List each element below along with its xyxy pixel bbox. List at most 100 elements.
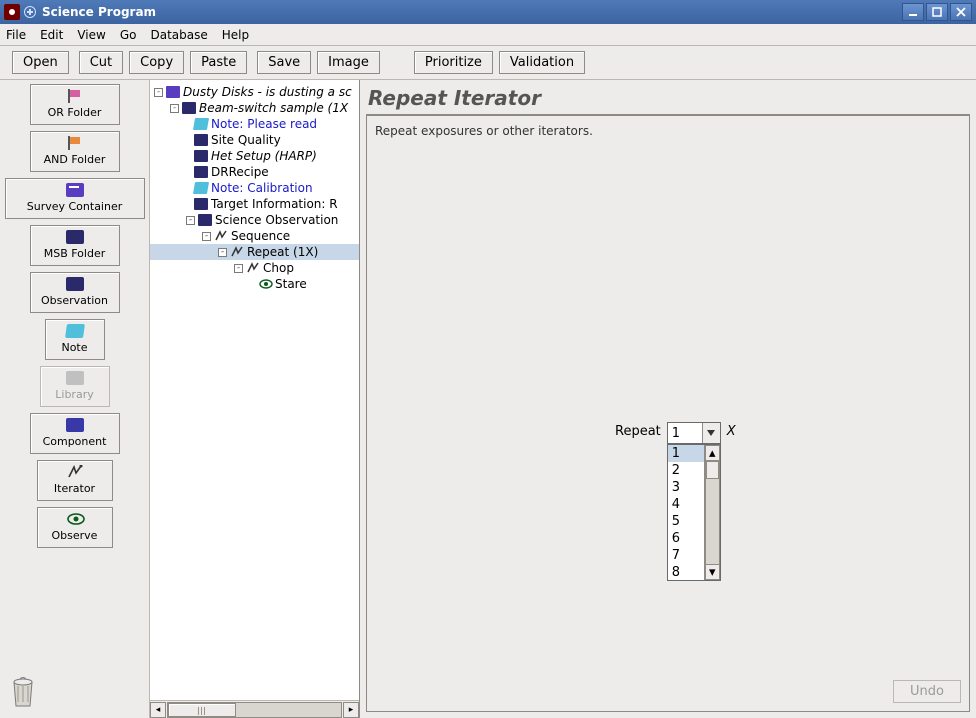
observe-button[interactable]: Observe (37, 507, 113, 548)
program-tree[interactable]: - Dusty Disks - is dusting a sc - Beam-s… (150, 80, 359, 700)
image-button[interactable]: Image (317, 51, 380, 74)
copy-button[interactable]: Copy (129, 51, 184, 74)
component-button[interactable]: Component (30, 413, 120, 454)
component-icon (194, 198, 208, 210)
survey-container-label: Survey Container (27, 200, 123, 213)
note-icon (193, 182, 209, 194)
prioritize-button[interactable]: Prioritize (414, 51, 493, 74)
repeat-dropdown-list[interactable]: 1 2 3 4 5 6 7 8 ▴ ▾ (667, 444, 721, 581)
tree-horizontal-scrollbar[interactable]: ◂ ▸ (150, 700, 359, 718)
repeat-option[interactable]: 3 (668, 479, 704, 496)
tree-chop-label[interactable]: Chop (263, 260, 294, 276)
component-icon (194, 166, 208, 178)
panel-body: Repeat exposures or other iterators. Rep… (366, 116, 970, 712)
book-icon (66, 277, 84, 291)
iterator-button[interactable]: Iterator (37, 460, 113, 501)
scroll-down-arrow[interactable]: ▾ (705, 564, 720, 580)
survey-container-button[interactable]: Survey Container (5, 178, 145, 219)
toolbar: Open Cut Copy Paste Save Image Prioritiz… (0, 46, 976, 80)
repeat-option[interactable]: 1 (668, 445, 704, 462)
tree-root-label[interactable]: Dusty Disks - is dusting a sc (183, 84, 352, 100)
validation-button[interactable]: Validation (499, 51, 585, 74)
msb-folder-button[interactable]: MSB Folder (30, 225, 120, 266)
or-folder-label: OR Folder (48, 106, 102, 119)
tree-expand-handle[interactable]: - (202, 232, 211, 241)
flag-icon (66, 136, 84, 150)
flag-icon (66, 89, 84, 103)
window-menu-icon[interactable] (24, 6, 36, 18)
component-label: Component (43, 435, 107, 448)
menu-edit[interactable]: Edit (40, 28, 63, 42)
book-icon (66, 183, 84, 197)
close-button[interactable] (950, 3, 972, 21)
scroll-thumb[interactable] (706, 461, 719, 479)
scroll-track[interactable] (167, 702, 342, 718)
menu-help[interactable]: Help (222, 28, 249, 42)
msb-folder-label: MSB Folder (44, 247, 106, 260)
tree-beam-label[interactable]: Beam-switch sample (1X (199, 100, 348, 116)
book-icon (66, 230, 84, 244)
trash-icon[interactable] (8, 672, 38, 708)
tree-sequence-label[interactable]: Sequence (231, 228, 290, 244)
repeat-option[interactable]: 5 (668, 513, 704, 530)
tree-expand-handle[interactable]: - (186, 216, 195, 225)
scroll-up-arrow[interactable]: ▴ (705, 445, 720, 461)
and-folder-label: AND Folder (44, 153, 106, 166)
tree-expand-handle[interactable]: - (218, 248, 227, 257)
paste-button[interactable]: Paste (190, 51, 247, 74)
and-folder-button[interactable]: AND Folder (30, 131, 120, 172)
chevron-down-icon[interactable] (702, 423, 720, 443)
minimize-button[interactable] (902, 3, 924, 21)
tree-hetsetup-label[interactable]: Het Setup (HARP) (211, 148, 317, 164)
menu-file[interactable]: File (6, 28, 26, 42)
dropdown-scrollbar[interactable]: ▴ ▾ (704, 445, 720, 580)
repeat-option[interactable]: 8 (668, 564, 704, 580)
repeat-option[interactable]: 2 (668, 462, 704, 479)
repeat-option[interactable]: 4 (668, 496, 704, 513)
library-label: Library (55, 388, 93, 401)
note-label: Note (61, 341, 87, 354)
repeat-select[interactable]: 1 (667, 422, 721, 444)
tree-expand-handle[interactable]: - (234, 264, 243, 273)
scroll-left-arrow[interactable]: ◂ (150, 702, 166, 718)
note-button[interactable]: Note (45, 319, 105, 360)
program-icon (166, 86, 180, 98)
open-button[interactable]: Open (12, 51, 69, 74)
observation-button[interactable]: Observation (30, 272, 120, 313)
window-title: Science Program (42, 5, 156, 19)
save-button[interactable]: Save (257, 51, 311, 74)
iterator-icon (246, 262, 260, 274)
or-folder-button[interactable]: OR Folder (30, 84, 120, 125)
app-icon (4, 4, 20, 20)
library-icon (66, 371, 84, 385)
tree-note1-label[interactable]: Note: Please read (211, 116, 317, 132)
iterator-icon (66, 465, 84, 479)
repeat-value: 1 (668, 426, 702, 441)
tree-targetinfo-label[interactable]: Target Information: R (211, 196, 338, 212)
tree-stare-label[interactable]: Stare (275, 276, 307, 292)
repeat-option[interactable]: 6 (668, 530, 704, 547)
tree-note2-label[interactable]: Note: Calibration (211, 180, 313, 196)
scroll-thumb[interactable] (168, 703, 236, 717)
menu-go[interactable]: Go (120, 28, 137, 42)
scroll-right-arrow[interactable]: ▸ (343, 702, 359, 718)
library-button: Library (40, 366, 110, 407)
tree-expand-handle[interactable]: - (154, 88, 163, 97)
cut-button[interactable]: Cut (79, 51, 123, 74)
tree-repeat-label[interactable]: Repeat (1X) (247, 244, 318, 260)
tree-drrecipe-label[interactable]: DRRecipe (211, 164, 269, 180)
component-icon (194, 150, 208, 162)
observation-icon (198, 214, 212, 226)
maximize-button[interactable] (926, 3, 948, 21)
tree-sitequality-label[interactable]: Site Quality (211, 132, 281, 148)
tree-expand-handle[interactable]: - (170, 104, 179, 113)
undo-button: Undo (893, 680, 961, 703)
note-icon (193, 118, 209, 130)
repeat-label: Repeat (615, 424, 661, 439)
repeat-option[interactable]: 7 (668, 547, 704, 564)
scroll-track[interactable] (705, 461, 720, 564)
tree-scienceobs-label[interactable]: Science Observation (215, 212, 338, 228)
eye-icon (258, 278, 272, 290)
menu-database[interactable]: Database (150, 28, 207, 42)
menu-view[interactable]: View (77, 28, 105, 42)
